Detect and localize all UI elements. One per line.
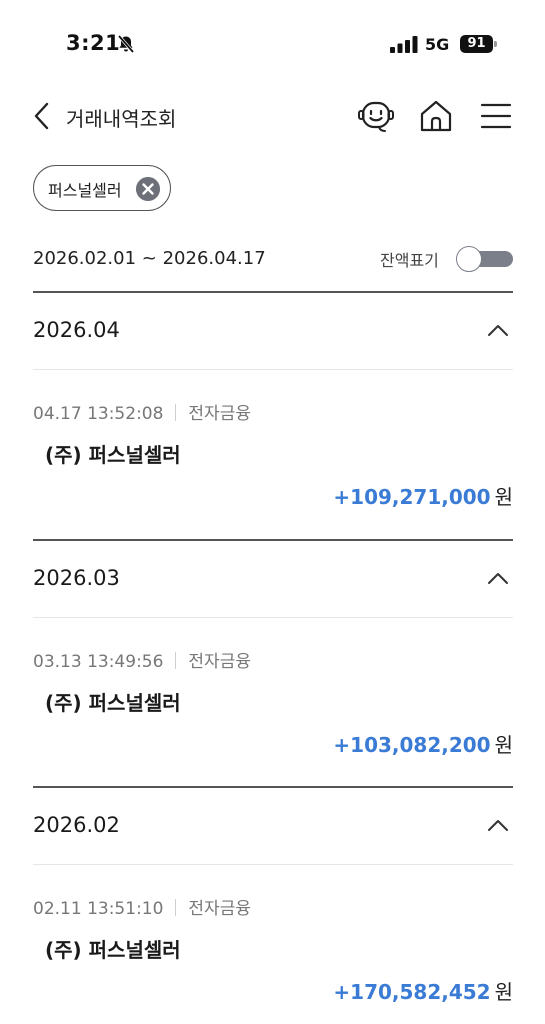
transaction-amount: +170,582,452 원 — [333, 976, 513, 1005]
amount-value: +103,082,200 — [333, 733, 491, 757]
back-button[interactable] — [30, 100, 54, 132]
transaction-amount: +109,271,000 원 — [333, 481, 513, 510]
transaction-datetime: 02.11 13:51:10 — [33, 899, 164, 919]
amount-unit: 원 — [494, 485, 513, 509]
transaction-meta: 03.13 13:49:56 전자금융 — [33, 647, 251, 672]
battery-level: 91 — [467, 36, 486, 51]
transaction-meta: 02.11 13:51:10 전자금융 — [33, 894, 251, 919]
chevron-up-icon[interactable] — [487, 323, 509, 337]
meta-divider — [175, 899, 177, 916]
status-time: 3:21 — [66, 31, 121, 55]
month-label: 2026.03 — [33, 566, 120, 590]
network-label: 5G — [425, 35, 450, 54]
home-icon — [420, 100, 452, 132]
menu-button[interactable] — [480, 102, 512, 130]
battery-cap — [494, 41, 497, 47]
amount-value: +109,271,000 — [333, 485, 491, 509]
month-separator — [33, 617, 513, 618]
header: 거래내역조회 — [0, 92, 545, 142]
home-button[interactable] — [418, 98, 454, 134]
page-title: 거래내역조회 — [66, 107, 177, 131]
transaction-type: 전자금융 — [188, 652, 251, 672]
month-separator — [33, 369, 513, 370]
month-header[interactable]: 2026.03 — [33, 541, 513, 618]
chatbot-icon — [358, 101, 394, 132]
balance-toggle[interactable] — [456, 246, 513, 272]
date-range[interactable]: 2026.02.01 ~ 2026.04.17 — [33, 248, 266, 269]
chevron-up-icon[interactable] — [487, 818, 509, 832]
transaction-datetime: 03.13 13:49:56 — [33, 652, 164, 672]
transaction-name[interactable]: (주) 퍼스널셀러 — [45, 934, 181, 963]
screen: 3:21 5G 91 거래내역조회 퍼스널셀러 2026.02.01 ~ 202… — [0, 0, 545, 1024]
transaction-datetime: 04.17 13:52:08 — [33, 404, 164, 424]
signal-icon — [390, 36, 418, 53]
status-bar: 3:21 5G 91 — [0, 0, 545, 90]
month-label: 2026.02 — [33, 813, 120, 837]
month-separator — [33, 864, 513, 865]
menu-icon — [480, 103, 512, 129]
filter-chip-label: 퍼스널셀러 — [48, 181, 122, 200]
bell-muted-icon — [117, 34, 135, 54]
filter-chip-remove-button[interactable] — [136, 177, 160, 201]
transaction-name[interactable]: (주) 퍼스널셀러 — [45, 687, 181, 716]
chevron-up-icon[interactable] — [487, 571, 509, 585]
month-header[interactable]: 2026.04 — [33, 293, 513, 370]
transaction-meta: 04.17 13:52:08 전자금융 — [33, 399, 251, 424]
meta-divider — [175, 652, 177, 669]
amount-value: +170,582,452 — [333, 980, 491, 1004]
filter-chip[interactable]: 퍼스널셀러 — [33, 165, 171, 211]
transaction-type: 전자금융 — [188, 404, 251, 424]
chevron-left-icon — [34, 102, 49, 130]
amount-unit: 원 — [494, 980, 513, 1004]
chatbot-button[interactable] — [357, 98, 395, 136]
amount-unit: 원 — [494, 733, 513, 757]
transaction-name[interactable]: (주) 퍼스널셀러 — [45, 439, 181, 468]
meta-divider — [175, 404, 177, 421]
transaction-type: 전자금융 — [188, 899, 251, 919]
month-header[interactable]: 2026.02 — [33, 788, 513, 865]
transaction-amount: +103,082,200 원 — [333, 729, 513, 758]
battery-icon: 91 — [460, 35, 498, 53]
month-label: 2026.04 — [33, 318, 120, 342]
toggle-knob — [456, 246, 482, 272]
balance-toggle-label: 잔액표기 — [380, 251, 439, 270]
